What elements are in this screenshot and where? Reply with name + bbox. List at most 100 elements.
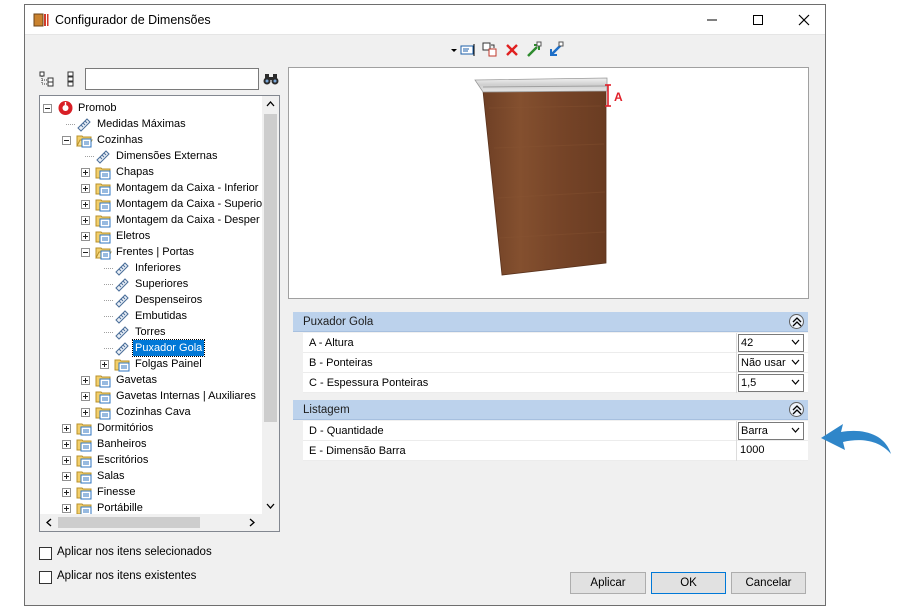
expand-icon[interactable] — [100, 360, 109, 369]
delete-icon[interactable] — [503, 41, 521, 59]
expand-icon[interactable] — [81, 168, 90, 177]
ruler-icon — [114, 324, 131, 340]
promob-logo-icon — [57, 100, 74, 116]
tree-item-finesse[interactable]: Finesse — [40, 484, 264, 500]
tree-item-gavetas-internas-auxiliares[interactable]: Gavetas Internas | Auxiliares — [40, 388, 264, 404]
expand-icon[interactable] — [81, 184, 90, 193]
tree-horizontal-scrollbar[interactable] — [40, 514, 264, 531]
expand-icon[interactable] — [62, 472, 71, 481]
tree-item-label: Puxador Gola — [131, 339, 206, 357]
quantidade-combobox[interactable]: Barra — [738, 422, 804, 440]
property-row-altura[interactable]: A - Altura 42 — [303, 333, 808, 353]
tree-item-cozinhas-cava[interactable]: Cozinhas Cava — [40, 404, 264, 420]
tree-item-puxador-gola[interactable]: Puxador Gola — [40, 339, 264, 357]
apply-selected-label: Aplicar nos itens selecionados — [57, 546, 212, 558]
expand-icon[interactable] — [62, 488, 71, 497]
property-row-dimensao-barra[interactable]: E - Dimensão Barra 1000 — [303, 441, 808, 461]
tree-item-frentes-portas[interactable]: Frentes | Portas — [40, 244, 264, 260]
tree-item-folgas-painel[interactable]: Folgas Painel — [40, 356, 264, 372]
group-title: Listagem — [303, 404, 350, 416]
property-row-ponteiras[interactable]: B - Ponteiras Não usar — [303, 353, 808, 373]
tree-item-inferiores[interactable]: Inferiores — [40, 260, 264, 276]
expand-icon[interactable] — [81, 376, 90, 385]
scroll-down-icon[interactable] — [266, 502, 275, 510]
expand-tree-icon[interactable] — [39, 71, 55, 87]
espessura-combobox[interactable]: 1,5 — [738, 374, 804, 392]
property-row-quantidade[interactable]: D - Quantidade Barra — [303, 421, 808, 441]
copy-icon[interactable] — [481, 41, 499, 59]
group-header-puxador-gola[interactable]: Puxador Gola — [293, 312, 808, 332]
tree-item-banheiros[interactable]: Banheiros — [40, 436, 264, 452]
tree-vertical-scrollbar[interactable] — [262, 96, 279, 516]
altura-combobox[interactable]: 42 — [738, 334, 804, 352]
apply-existing-checkbox[interactable] — [39, 571, 52, 584]
collapse-group-button[interactable] — [789, 402, 804, 417]
expand-icon[interactable] — [62, 424, 71, 433]
tree-item-dormitorios[interactable]: Dormitórios — [40, 420, 264, 436]
ponteiras-combobox[interactable]: Não usar — [738, 354, 804, 372]
expand-icon[interactable] — [62, 440, 71, 449]
expand-icon[interactable] — [81, 232, 90, 241]
tree-item-label: Cozinhas Cava — [116, 406, 191, 418]
tree-connector — [104, 284, 113, 285]
minimize-button[interactable] — [689, 5, 735, 35]
scroll-left-icon[interactable] — [45, 518, 53, 527]
import-icon[interactable] — [547, 41, 565, 59]
scroll-right-icon[interactable] — [248, 518, 256, 527]
tree-item-montagem-da-caixa-inferior[interactable]: Montagem da Caixa - Inferior — [40, 180, 264, 196]
tree-item-montagem-da-caixa-desper[interactable]: Montagem da Caixa - Desper — [40, 212, 264, 228]
tree-item-despenseiros[interactable]: Despenseiros — [40, 292, 264, 308]
collapse-icon[interactable] — [62, 136, 71, 145]
expand-icon[interactable] — [81, 216, 90, 225]
tree-vertical-thumb[interactable] — [264, 114, 277, 422]
tree-item-escritorios[interactable]: Escritórios — [40, 452, 264, 468]
binoculars-search-icon[interactable] — [263, 72, 279, 86]
tree-item-label: Despenseiros — [135, 294, 203, 306]
tree-item-gavetas[interactable]: Gavetas — [40, 372, 264, 388]
folder-icon — [95, 404, 112, 420]
tree-item-medidas-maximas[interactable]: Medidas Máximas — [40, 116, 264, 132]
tree-item-torres[interactable]: Torres — [40, 324, 264, 340]
export-icon[interactable] — [525, 41, 543, 59]
dimensao-barra-input[interactable]: 1000 — [738, 442, 804, 460]
expand-icon[interactable] — [81, 392, 90, 401]
tree-item-chapas[interactable]: Chapas — [40, 164, 264, 180]
tree-item-embutidas[interactable]: Embutidas — [40, 308, 264, 324]
group-header-listagem[interactable]: Listagem — [293, 400, 808, 420]
tree-horizontal-thumb[interactable] — [58, 517, 200, 528]
collapse-icon[interactable] — [43, 104, 52, 113]
tree-item-montagem-da-caixa-superio[interactable]: Montagem da Caixa - Superio — [40, 196, 264, 212]
tree-item-dimensoes-externas[interactable]: Dimensões Externas — [40, 148, 264, 164]
collapse-tree-icon[interactable] — [65, 71, 77, 87]
scroll-up-icon[interactable] — [266, 100, 275, 108]
apply-button[interactable]: Aplicar — [570, 572, 646, 594]
tree-item-cozinhas[interactable]: Cozinhas — [40, 132, 264, 148]
apply-selected-checkbox[interactable] — [39, 547, 52, 560]
maximize-button[interactable] — [735, 5, 781, 35]
preview-panel: A — [288, 67, 809, 299]
expand-icon[interactable] — [81, 200, 90, 209]
folder-open-icon — [76, 132, 93, 148]
collapse-icon[interactable] — [81, 248, 90, 257]
tree-connector — [104, 268, 113, 269]
cancel-button[interactable]: Cancelar — [731, 572, 806, 594]
ok-button[interactable]: OK — [651, 572, 726, 594]
tree-item-superiores[interactable]: Superiores — [40, 276, 264, 292]
collapse-group-button[interactable] — [789, 314, 804, 329]
tree-item-eletros[interactable]: Eletros — [40, 228, 264, 244]
tree-item-salas[interactable]: Salas — [40, 468, 264, 484]
expand-icon[interactable] — [62, 456, 71, 465]
tree-item-label: Cozinhas — [97, 134, 143, 146]
edit-text-icon[interactable] — [459, 41, 477, 59]
close-button[interactable] — [781, 5, 827, 35]
tree-item-promob[interactable]: Promob — [40, 100, 264, 116]
folder-icon — [95, 228, 112, 244]
folder-icon — [76, 468, 93, 484]
expand-icon[interactable] — [81, 408, 90, 417]
chevron-down-icon — [791, 359, 800, 365]
tree-view[interactable]: Promob Medidas Máximas Cozinhas Dimensões E… — [39, 95, 280, 532]
expand-icon[interactable] — [62, 504, 71, 513]
search-input[interactable] — [85, 68, 259, 90]
property-label: D - Quantidade — [303, 421, 737, 441]
property-row-espessura-ponteiras[interactable]: C - Espessura Ponteiras 1,5 — [303, 373, 808, 393]
